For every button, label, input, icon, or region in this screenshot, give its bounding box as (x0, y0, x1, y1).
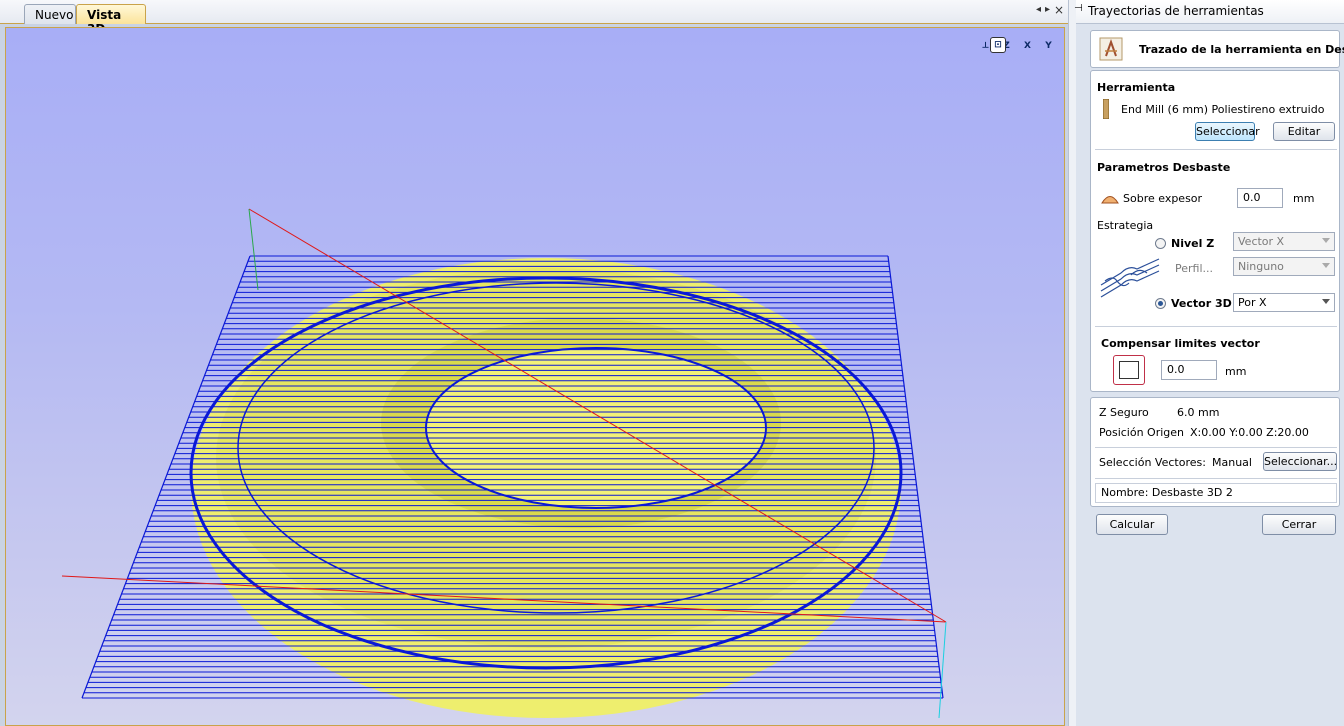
allowance-icon (1101, 196, 1119, 204)
panel-title-bar: ⊣ Trayectorias de herramientas (1074, 0, 1344, 24)
name-label: Nombre: (1101, 486, 1149, 499)
profile-select: Ninguno (1233, 257, 1335, 276)
vector-3d-label: Vector 3D (1171, 297, 1232, 310)
select-vectors-button[interactable]: Seleccionar... (1263, 452, 1337, 471)
toolpath-type-icon (1099, 37, 1123, 61)
allowance-input[interactable]: 0.0 (1237, 188, 1283, 208)
tool-section-title: Herramienta (1097, 81, 1176, 94)
document-area: Nuevo Vista 3D ◂▸ × ⊡ ⟂ Z X Y (0, 0, 1068, 726)
vector-limits-unit: mm (1225, 365, 1247, 378)
document-tab-bar: Nuevo Vista 3D ◂▸ × (0, 0, 1068, 36)
vector-limits-input[interactable]: 0.0 (1161, 360, 1217, 380)
toolpath-name-field[interactable]: Nombre: Desbaste 3D 2 (1095, 483, 1337, 503)
model-surface (191, 258, 901, 718)
parameters-box: Herramienta End Mill (6 mm) Poliestireno… (1090, 70, 1340, 392)
allowance-unit: mm (1293, 192, 1315, 205)
close-button[interactable]: Cerrar (1262, 514, 1336, 535)
panel-title: Trayectorias de herramientas (1088, 4, 1264, 18)
profile-label: Perfil... (1175, 262, 1214, 275)
toolpath-header-box: Trazado de la herramienta en Dest (1090, 30, 1344, 68)
z-level-radio[interactable] (1155, 238, 1166, 249)
tab-nuevo[interactable]: Nuevo (24, 4, 76, 24)
roughing-section-title: Parametros Desbaste (1097, 161, 1231, 174)
toolpath-header-title: Trazado de la herramienta en Dest (1139, 43, 1344, 56)
view-x-icon[interactable]: X (1018, 36, 1037, 55)
separator (1095, 149, 1337, 150)
chevron-down-icon (1322, 263, 1330, 268)
y-axis-line (248, 208, 259, 291)
toolpath-3d-scene (61, 208, 947, 719)
chevron-down-icon (1322, 238, 1330, 243)
z-level-strategy-select: Vector X (1233, 232, 1335, 251)
strategy-label: Estrategia (1097, 219, 1154, 232)
vector-selection-value: Manual (1212, 456, 1252, 469)
strategy-diagram-icon (1100, 258, 1160, 298)
origin-value: X:0.00 Y:0.00 Z:20.00 (1190, 426, 1309, 439)
vector-3d-value: Por X (1238, 296, 1267, 309)
end-mill-icon (1103, 99, 1109, 119)
separator (1095, 326, 1337, 327)
view-y-icon[interactable]: Y (1039, 36, 1058, 55)
info-box: Z Seguro 6.0 mm Posición Origen X:0.00 Y… (1090, 397, 1340, 507)
edit-tool-button[interactable]: Editar (1273, 122, 1335, 141)
3d-viewport[interactable]: ⊡ ⟂ Z X Y (5, 27, 1065, 726)
view-toolbar: ⊡ ⟂ Z X Y (976, 36, 1058, 55)
zoom-extents-icon[interactable]: ⊡ (990, 37, 1006, 53)
name-value: Desbaste 3D 2 (1151, 486, 1233, 499)
vector-limits-section-title: Compensar limites vector (1101, 337, 1260, 350)
z-safe-label: Z Seguro (1099, 406, 1149, 419)
toolpaths-panel: ⊣ Trayectorias de herramientas Trazado d… (1074, 0, 1344, 726)
vector-3d-select[interactable]: Por X (1233, 293, 1335, 312)
separator (1095, 447, 1337, 448)
vector-selection-label: Selección Vectores: (1099, 456, 1206, 469)
allowance-label: Sobre expesor (1123, 192, 1203, 205)
origin-label: Posición Origen (1099, 426, 1185, 439)
select-tool-button[interactable]: Seleccionar (1195, 122, 1260, 141)
z-safe-value: 6.0 mm (1177, 406, 1220, 419)
close-tab-icon[interactable]: × (1054, 3, 1064, 17)
panel-splitter[interactable] (1068, 0, 1076, 726)
z-level-label: Nivel Z (1171, 237, 1215, 250)
pin-icon[interactable]: ⊣ (1074, 3, 1083, 14)
calculate-button[interactable]: Calcular (1096, 514, 1168, 535)
vector-limits-icon (1113, 355, 1145, 385)
tab-vista-3d[interactable]: Vista 3D (76, 4, 146, 36)
tool-name: End Mill (6 mm) Poliestireno extruido (1121, 103, 1325, 116)
profile-value: Ninguno (1238, 260, 1284, 273)
z-level-strategy-value: Vector X (1238, 235, 1285, 248)
vector-3d-radio[interactable] (1155, 298, 1166, 309)
separator (1095, 478, 1337, 479)
tab-scroll-arrows-icon[interactable]: ◂▸ (1036, 4, 1054, 15)
chevron-down-icon (1322, 299, 1330, 304)
